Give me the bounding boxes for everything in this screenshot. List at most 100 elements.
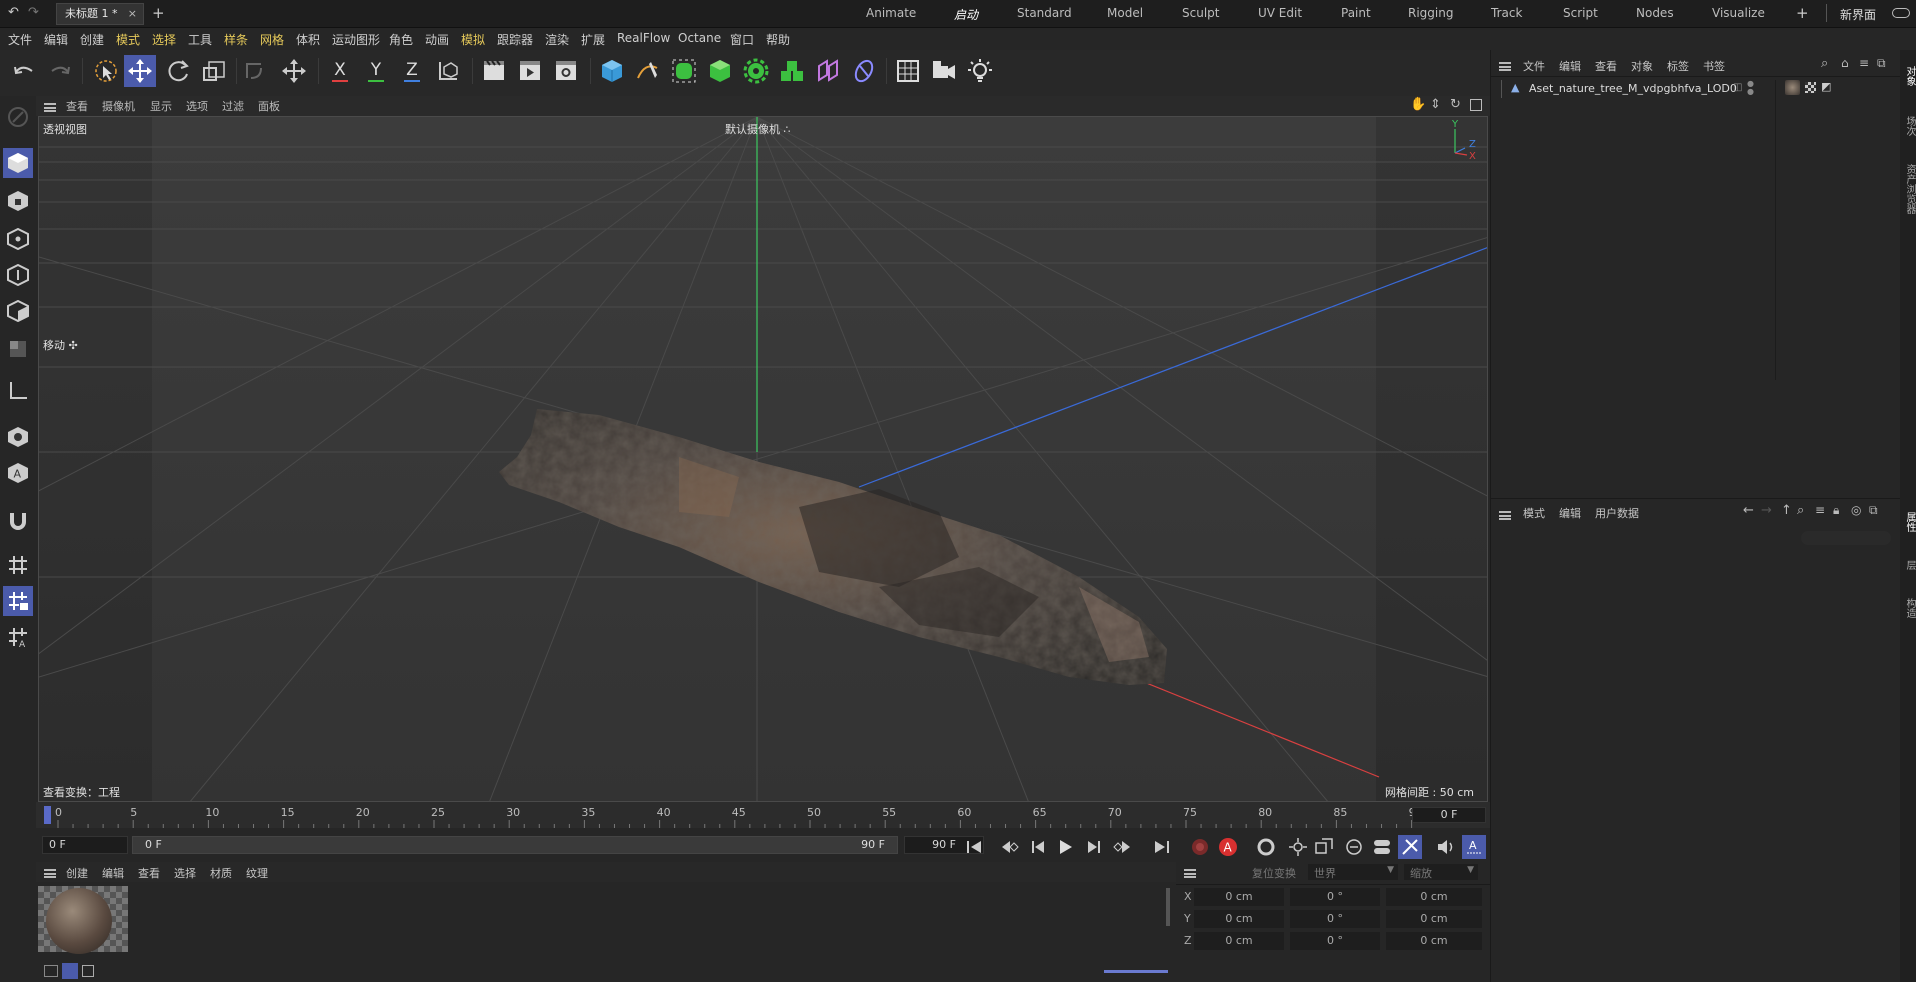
search-icon[interactable]: ⌕ xyxy=(1821,56,1828,71)
layout-tab-visualize[interactable]: Visualize xyxy=(1712,6,1765,20)
document-tab[interactable]: 未标题 1 * × xyxy=(56,3,144,25)
material-menu-icon[interactable] xyxy=(44,867,56,881)
pen-spline-button[interactable] xyxy=(632,55,664,87)
menu-help[interactable]: 帮助 xyxy=(766,31,790,48)
menu-character[interactable]: 角色 xyxy=(389,31,413,48)
size-z-field[interactable]: 0 cm xyxy=(1386,932,1482,950)
rotation-z-field[interactable]: 0 ° xyxy=(1290,932,1380,950)
snap-button[interactable] xyxy=(3,506,33,536)
coordinate-space-select[interactable]: 世界 ▼ xyxy=(1308,864,1398,880)
viewport-menu-view[interactable]: 查看 xyxy=(66,98,88,114)
material-menu-edit[interactable]: 编辑 xyxy=(102,865,124,881)
grid-view-icon[interactable] xyxy=(62,963,78,979)
auto-workplane-button[interactable]: A xyxy=(3,622,33,652)
viewport-menu-display[interactable]: 显示 xyxy=(150,98,172,114)
lock-icon[interactable]: 🔒︎ xyxy=(1833,503,1839,518)
size-mode-select[interactable]: 缩放 ▼ xyxy=(1404,864,1478,880)
texture-mode-button[interactable] xyxy=(3,186,33,216)
home-icon[interactable]: ⌂ xyxy=(1841,56,1849,70)
material-menu-material[interactable]: 材质 xyxy=(210,865,232,881)
auto-mode-button[interactable]: A xyxy=(3,458,33,488)
undo-button[interactable] xyxy=(8,55,40,87)
object-menu-bookmarks[interactable]: 书签 xyxy=(1703,58,1725,74)
tab-objects[interactable]: 对象 xyxy=(1902,66,1916,86)
new-window-icon[interactable]: ⧉ xyxy=(1869,503,1878,518)
object-menu-view[interactable]: 查看 xyxy=(1595,58,1617,74)
target-icon[interactable]: ◎ xyxy=(1851,503,1861,517)
menu-extensions[interactable]: 扩展 xyxy=(581,31,605,48)
phong-tag-icon[interactable]: ◩ xyxy=(1821,80,1831,93)
workplane-button[interactable] xyxy=(3,550,33,580)
menu-create[interactable]: 创建 xyxy=(80,31,104,48)
attribute-menu-icon[interactable] xyxy=(1499,509,1511,523)
camera-label[interactable]: 默认摄像机 ∴ xyxy=(725,121,791,137)
visibility-dots-icon[interactable]: ● ● xyxy=(1747,80,1754,96)
menu-edit[interactable]: 编辑 xyxy=(44,31,68,48)
material-menu-texture[interactable]: 纹理 xyxy=(246,865,268,881)
menu-realflow[interactable]: RealFlow xyxy=(617,31,670,45)
rotate-tool-button[interactable] xyxy=(162,55,194,87)
render-view-button[interactable] xyxy=(478,55,510,87)
material-menu-create[interactable]: 创建 xyxy=(66,865,88,881)
cloner-button[interactable] xyxy=(740,55,772,87)
start-frame-field[interactable]: 0 F xyxy=(42,836,128,854)
position-x-field[interactable]: 0 cm xyxy=(1194,888,1284,906)
sound-button[interactable] xyxy=(1434,835,1458,859)
pan-hand-icon[interactable]: ✋ xyxy=(1410,97,1426,112)
z-axis-lock-button[interactable]: Z xyxy=(396,55,428,87)
maximize-view-icon[interactable] xyxy=(1470,99,1482,111)
rotation-x-field[interactable]: 0 ° xyxy=(1290,888,1380,906)
tab-asset-browser[interactable]: 资产浏览器 xyxy=(1902,164,1916,214)
axis-mode-button[interactable] xyxy=(3,376,33,406)
uv-mode-button[interactable] xyxy=(3,334,33,364)
menu-render[interactable]: 渲染 xyxy=(545,31,569,48)
play-button[interactable] xyxy=(1054,835,1078,859)
undo-icon[interactable]: ↶ xyxy=(8,5,19,20)
new-interface-button[interactable]: 新界面 xyxy=(1840,6,1876,23)
layout-tab-startup[interactable]: 启动 xyxy=(954,6,978,23)
object-row[interactable]: ▲ Aset_nature_tree_M_vdpgbhfva_LOD0 ◫ ● ●… xyxy=(1497,80,1893,380)
layer-icon[interactable]: ◫ xyxy=(1733,82,1742,93)
menu-window[interactable]: 窗口 xyxy=(730,31,754,48)
forward-arrow-icon[interactable]: → xyxy=(1761,503,1772,518)
go-to-end-button[interactable] xyxy=(1150,835,1174,859)
key-position-button[interactable] xyxy=(1286,835,1310,859)
locked-workplane-button[interactable] xyxy=(3,586,33,616)
key-scale-button[interactable] xyxy=(1312,835,1336,859)
layout-tab-nodes[interactable]: Nodes xyxy=(1636,6,1674,20)
layout-tab-model[interactable]: Model xyxy=(1107,6,1143,20)
material-tag-icon[interactable] xyxy=(1785,80,1800,95)
menu-mode[interactable]: 模式 xyxy=(116,31,140,48)
x-axis-lock-button[interactable]: X xyxy=(324,55,356,87)
position-y-field[interactable]: 0 cm xyxy=(1194,910,1284,928)
move-tool-button[interactable] xyxy=(124,55,156,87)
key-parameter-button[interactable] xyxy=(1370,835,1394,859)
filter-icon[interactable]: ≡ xyxy=(1815,503,1825,517)
y-axis-lock-button[interactable]: Y xyxy=(360,55,392,87)
menu-select[interactable]: 选择 xyxy=(152,31,176,48)
tab-takes[interactable]: 场次 xyxy=(1902,116,1916,136)
rotation-y-field[interactable]: 0 ° xyxy=(1290,910,1380,928)
object-name[interactable]: Aset_nature_tree_M_vdpgbhfva_LOD0 xyxy=(1529,82,1737,95)
size-y-field[interactable]: 0 cm xyxy=(1386,910,1482,928)
deformer-button[interactable] xyxy=(812,55,844,87)
previous-frame-button[interactable] xyxy=(1026,835,1050,859)
tab-structure[interactable]: 构造 xyxy=(1902,598,1916,618)
menu-octane[interactable]: Octane xyxy=(678,31,721,45)
cube-button[interactable] xyxy=(596,55,628,87)
timeline-ruler[interactable]: 051015202530354045505560657075808590 0 F xyxy=(36,802,1490,828)
next-frame-button[interactable] xyxy=(1082,835,1106,859)
layout-tab-uv-edit[interactable]: UV Edit xyxy=(1258,6,1302,20)
large-view-icon[interactable] xyxy=(82,965,94,977)
redo-icon[interactable]: ↷ xyxy=(28,5,39,20)
floor-grid-button[interactable] xyxy=(892,55,924,87)
viewport-menu-options[interactable]: 选项 xyxy=(186,98,208,114)
zoom-arrows-icon[interactable]: ⇕ xyxy=(1430,97,1441,112)
attribute-menu-edit[interactable]: 编辑 xyxy=(1559,505,1581,521)
viewport-menu-camera[interactable]: 摄像机 xyxy=(102,98,135,114)
object-menu-tags[interactable]: 标签 xyxy=(1667,58,1689,74)
layout-tab-paint[interactable]: Paint xyxy=(1341,6,1371,20)
attribute-search-field[interactable] xyxy=(1801,531,1891,545)
size-x-field[interactable]: 0 cm xyxy=(1386,888,1482,906)
orbit-icon[interactable]: ↻ xyxy=(1450,97,1461,112)
